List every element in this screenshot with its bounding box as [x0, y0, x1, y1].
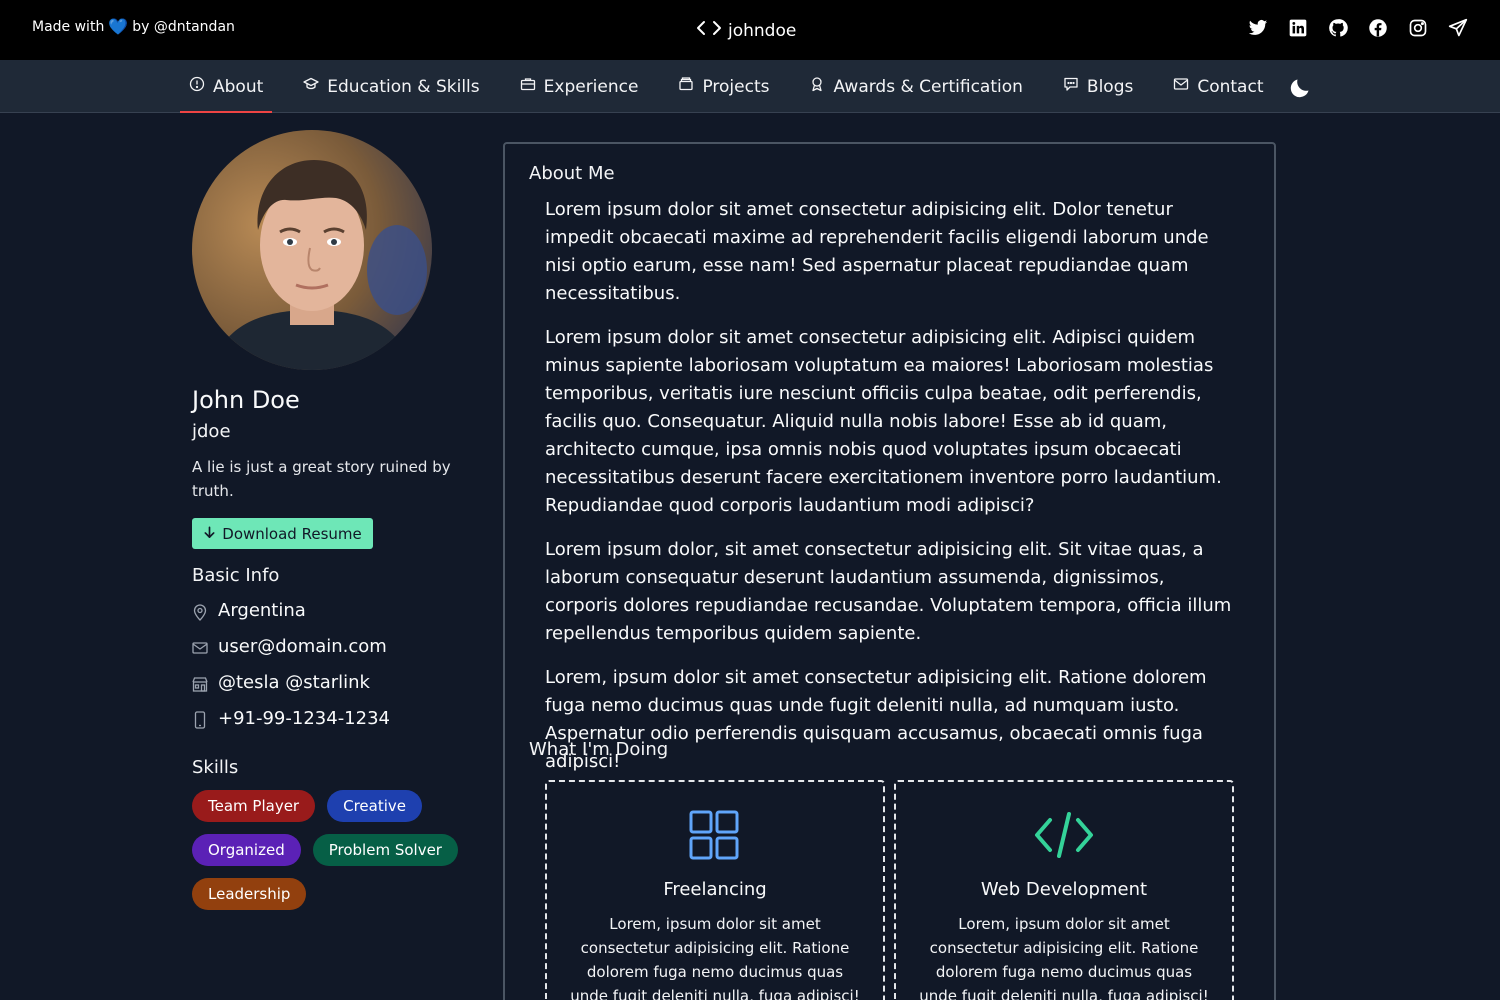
code-brackets-icon	[696, 18, 722, 43]
main-nav: About Education & Skills Experience Proj…	[0, 60, 1500, 113]
nav-label: Experience	[543, 76, 639, 97]
info-icon	[189, 76, 205, 97]
basic-info-heading: Basic Info	[192, 565, 280, 586]
briefcase-icon	[520, 76, 536, 97]
profile-handle: jdoe	[192, 421, 231, 442]
service-title: Freelancing	[663, 879, 767, 900]
info-text: @tesla @starlink	[218, 672, 370, 693]
about-text: Lorem ipsum dolor sit amet consectetur a…	[545, 196, 1240, 792]
linkedin-icon[interactable]	[1288, 18, 1308, 38]
chat-icon	[1063, 76, 1079, 97]
nav-item-about[interactable]: About	[180, 60, 273, 113]
credit-link[interactable]: by @dntandan	[132, 19, 235, 35]
nav-label: Projects	[702, 76, 770, 97]
arrow-down-icon	[203, 525, 216, 543]
about-paragraph: Lorem ipsum dolor sit amet consectetur a…	[545, 199, 1209, 304]
twitter-icon[interactable]	[1248, 18, 1268, 38]
skill-chip: Leadership	[192, 878, 307, 910]
code-icon	[1034, 810, 1094, 866]
skill-chip: Creative	[327, 790, 422, 822]
avatar	[192, 130, 432, 370]
nav-label: About	[213, 76, 264, 97]
profile-name: John Doe	[192, 386, 300, 414]
info-phone: +91-99-1234-1234	[192, 708, 390, 744]
nav-label: Blogs	[1086, 76, 1134, 97]
profile-tagline: A lie is just a great story ruined by tr…	[192, 458, 451, 500]
instagram-icon[interactable]	[1408, 18, 1428, 38]
nav-item-contact[interactable]: Contact	[1164, 60, 1272, 113]
mail-icon	[1173, 76, 1189, 97]
about-paragraph: Lorem ipsum dolor sit amet consectetur a…	[545, 327, 1222, 516]
info-text[interactable]: user@domain.com	[218, 636, 387, 657]
info-text: Argentina	[218, 600, 306, 621]
basic-info-list: Argentina user@domain.com @tesla @starli…	[192, 600, 390, 744]
nav-item-education[interactable]: Education & Skills	[294, 60, 488, 113]
download-resume-label: Download Resume	[222, 524, 362, 543]
building-icon	[192, 672, 208, 698]
graduation-cap-icon	[303, 76, 319, 97]
nav-item-experience[interactable]: Experience	[511, 60, 648, 113]
doing-heading: What I'm Doing	[529, 739, 669, 760]
skill-chip: Team Player	[192, 790, 316, 822]
info-location: Argentina	[192, 600, 390, 636]
info-company: @tesla @starlink	[192, 672, 390, 708]
nav-item-projects[interactable]: Projects	[669, 60, 778, 113]
top-bar: Made with 💙 by @dntandan johndoe	[0, 0, 1500, 60]
service-description: Lorem, ipsum dolor sit amet consectetur …	[570, 915, 860, 1000]
nav-label: Education & Skills	[327, 76, 480, 97]
skill-chip: Organized	[192, 834, 301, 866]
service-title: Web Development	[980, 879, 1148, 900]
brand[interactable]: johndoe	[696, 18, 796, 43]
github-icon[interactable]	[1328, 18, 1348, 38]
heart-icon: 💙	[108, 17, 129, 36]
credit-text: Made with 💙 by @dntandan	[32, 17, 235, 36]
service-description: Lorem, ipsum dolor sit amet consectetur …	[919, 915, 1209, 1000]
telegram-icon[interactable]	[1448, 18, 1468, 38]
nav-item-awards[interactable]: Awards & Certification	[800, 60, 1031, 113]
grid-icon	[685, 810, 745, 866]
moon-icon[interactable]	[1288, 76, 1312, 100]
service-card-web-development: Web Development Lorem, ipsum dolor sit a…	[894, 780, 1234, 1000]
about-paragraph: Lorem ipsum dolor, sit amet consectetur …	[545, 539, 1232, 644]
service-card-freelancing: Freelancing Lorem, ipsum dolor sit amet …	[545, 780, 885, 1000]
phone-icon	[192, 708, 208, 734]
social-links	[1248, 18, 1468, 38]
facebook-icon[interactable]	[1368, 18, 1388, 38]
info-email: user@domain.com	[192, 636, 390, 672]
about-heading: About Me	[529, 163, 615, 184]
skills-list: Team Player Creative Organized Problem S…	[192, 790, 472, 910]
info-text[interactable]: +91-99-1234-1234	[218, 708, 390, 729]
nav-label: Awards & Certification	[833, 76, 1023, 97]
archive-icon	[678, 76, 694, 97]
award-icon	[809, 76, 825, 97]
location-pin-icon	[192, 600, 208, 626]
skill-chip: Problem Solver	[312, 834, 458, 866]
skills-heading: Skills	[192, 757, 239, 778]
brand-name: johndoe	[728, 20, 797, 41]
credit-prefix: Made with	[32, 18, 105, 35]
envelope-icon	[192, 636, 208, 662]
nav-item-blogs[interactable]: Blogs	[1054, 60, 1142, 113]
nav-label: Contact	[1197, 76, 1264, 97]
download-resume-button[interactable]: Download Resume	[192, 518, 373, 549]
